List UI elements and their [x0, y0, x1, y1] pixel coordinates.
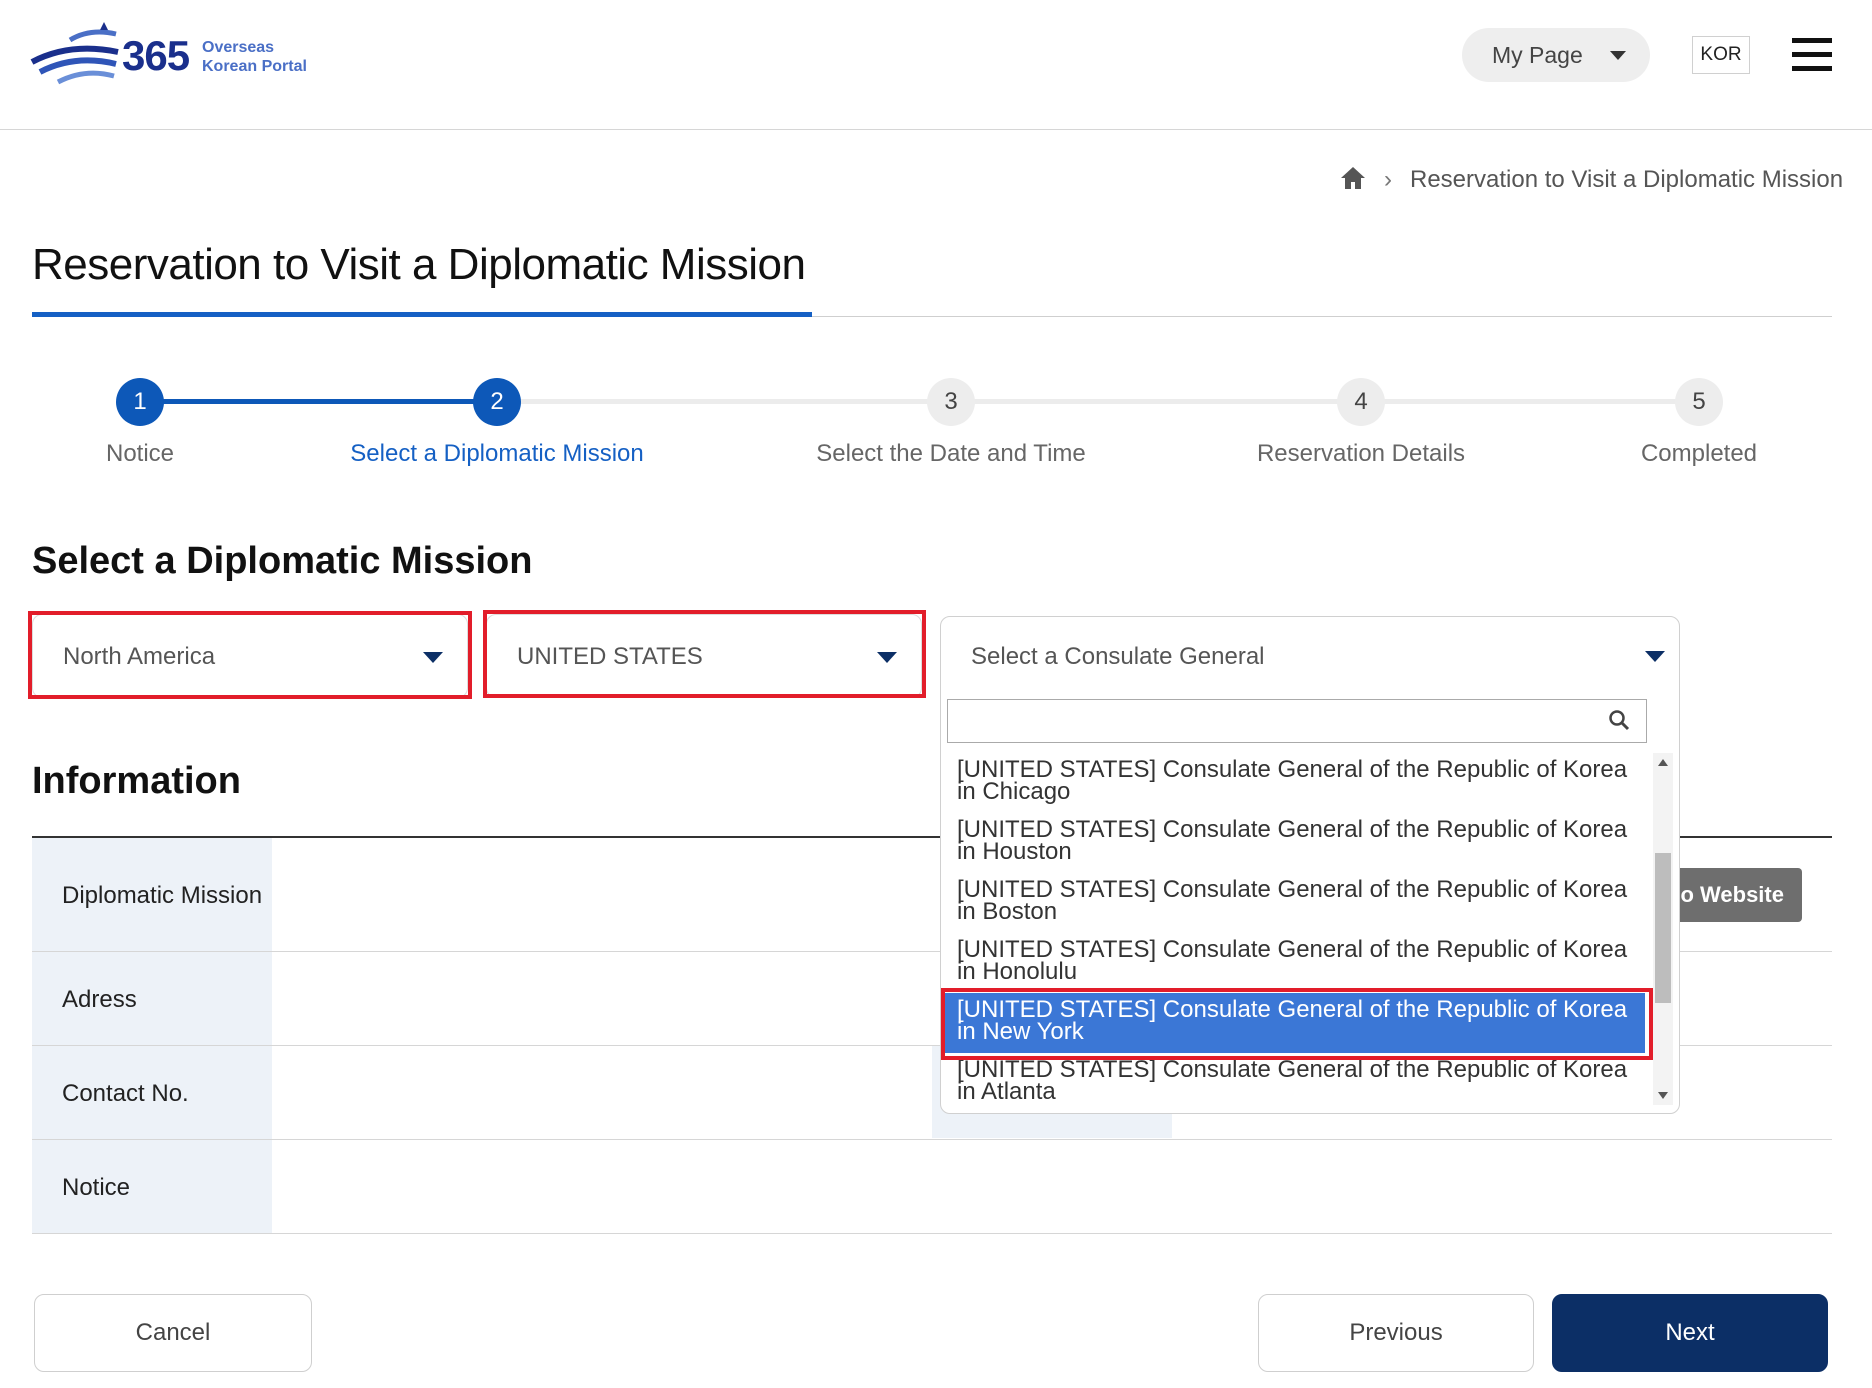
selected-option-highlight [941, 988, 1653, 1060]
info-head-notice: Notice [32, 1140, 272, 1233]
step-3-circle: 3 [927, 378, 975, 426]
scrollbar-thumb[interactable] [1655, 853, 1671, 1003]
logo-number: 365 [122, 32, 190, 79]
consulate-search-input[interactable] [952, 704, 1602, 738]
consulate-option[interactable]: [UNITED STATES] Consulate General of the… [945, 933, 1645, 993]
step-4-label: Reservation Details [1256, 440, 1466, 467]
info-head-mission: Diplomatic Mission [32, 838, 272, 951]
info-head-contact: Contact No. [32, 1046, 272, 1139]
chevron-right-icon: › [1384, 166, 1392, 193]
info-label-address: Adress [62, 986, 137, 1013]
logo-swoosh-icon [30, 22, 119, 85]
logo-line-2: Korean Portal [202, 58, 307, 75]
my-page-dropdown[interactable]: My Page [1462, 28, 1650, 82]
step-2-label: Select a Diplomatic Mission [350, 440, 644, 467]
step-2-circle: 2 [473, 378, 521, 426]
info-label-notice: Notice [62, 1174, 131, 1201]
consulate-option[interactable]: [UNITED STATES] Consulate General of the… [945, 1053, 1645, 1105]
info-label-contact: Contact No. [62, 1080, 189, 1107]
site-logo[interactable]: 365 Overseas Korean Portal [30, 22, 330, 92]
menu-bar [1792, 66, 1832, 71]
stepper-progress [140, 399, 497, 404]
search-icon [1609, 710, 1630, 731]
info-label-mission: Diplomatic Mission [62, 882, 263, 909]
language-button[interactable]: KOR [1692, 36, 1750, 74]
consulate-search-box [947, 699, 1647, 743]
consulate-select-placeholder: Select a Consulate General [971, 643, 1265, 670]
caret-down-icon [1610, 51, 1626, 60]
region-highlight [28, 611, 472, 699]
select-mission-heading: Select a Diplomatic Mission [32, 540, 533, 582]
consulate-option[interactable]: [UNITED STATES] Consulate General of the… [945, 753, 1645, 813]
page-title: Reservation to Visit a Diplomatic Missio… [32, 240, 806, 289]
menu-icon[interactable] [1792, 38, 1832, 72]
consulate-select-header[interactable]: Select a Consulate General [941, 617, 1681, 697]
info-row-notice: Notice [32, 1140, 1832, 1234]
step-1-label: Notice [105, 440, 175, 467]
go-to-website-button[interactable]: o Website [1664, 868, 1802, 922]
cancel-button[interactable]: Cancel [34, 1294, 312, 1372]
previous-button[interactable]: Previous [1258, 1294, 1534, 1372]
consulate-option[interactable]: [UNITED STATES] Consulate General of the… [945, 873, 1645, 933]
step-3-label: Select the Date and Time [816, 440, 1086, 467]
logo-line-1: Overseas [202, 39, 275, 56]
breadcrumb-current: Reservation to Visit a Diplomatic Missio… [1410, 166, 1844, 193]
title-underline [32, 312, 812, 317]
next-button[interactable]: Next [1552, 1294, 1828, 1372]
country-highlight [483, 610, 926, 698]
my-page-label: My Page [1492, 42, 1583, 68]
step-5-label: Completed [1640, 440, 1758, 467]
menu-bar [1792, 38, 1832, 43]
menu-bar [1792, 52, 1832, 57]
options-scrollbar[interactable] [1653, 753, 1673, 1105]
information-heading: Information [32, 760, 241, 802]
site-header: 365 Overseas Korean Portal My Page KOR [0, 0, 1872, 130]
info-head-address: Adress [32, 952, 272, 1045]
triangle-down-icon [1645, 651, 1665, 662]
home-icon[interactable] [1340, 166, 1366, 190]
scroll-down-arrow-icon[interactable] [1658, 1092, 1668, 1099]
step-5-circle: 5 [1675, 378, 1723, 426]
step-4-circle: 4 [1337, 378, 1385, 426]
step-1-circle: 1 [116, 378, 164, 426]
consulate-option[interactable]: [UNITED STATES] Consulate General of the… [945, 813, 1645, 873]
logo-text: Overseas Korean Portal [202, 38, 307, 76]
scroll-up-arrow-icon[interactable] [1658, 759, 1668, 766]
